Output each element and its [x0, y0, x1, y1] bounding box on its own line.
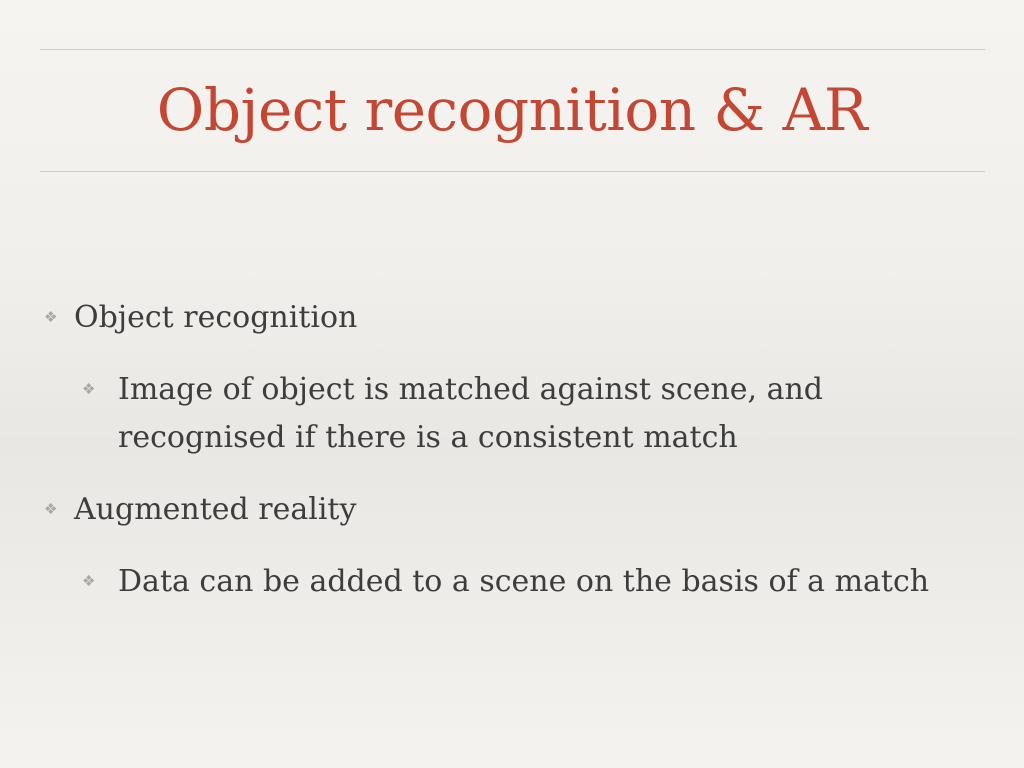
sub-bullet-text: Image of object is matched against scene… — [118, 372, 824, 455]
diamond-bullet-icon: ❖ — [82, 380, 96, 398]
sub-bullet-item-data-added: ❖ Data can be added to a scene on the ba… — [82, 558, 982, 606]
sub-bullet-text: Data can be added to a scene on the basi… — [118, 564, 930, 599]
bullet-list: ❖ Object recognition ❖ Image of object i… — [0, 0, 1024, 768]
diamond-bullet-icon: ❖ — [44, 500, 58, 518]
diamond-bullet-icon: ❖ — [44, 308, 58, 326]
bullet-item-object-recognition: ❖ Object recognition — [44, 294, 357, 342]
bullet-text: Object recognition — [74, 300, 358, 335]
slide: Object recognition & AR ❖ Object recogni… — [0, 0, 1024, 768]
sub-bullet-item-image-matching: ❖ Image of object is matched against sce… — [82, 366, 862, 462]
bullet-text: Augmented reality — [74, 492, 357, 527]
bullet-item-augmented-reality: ❖ Augmented reality — [44, 486, 356, 534]
diamond-bullet-icon: ❖ — [82, 572, 96, 590]
